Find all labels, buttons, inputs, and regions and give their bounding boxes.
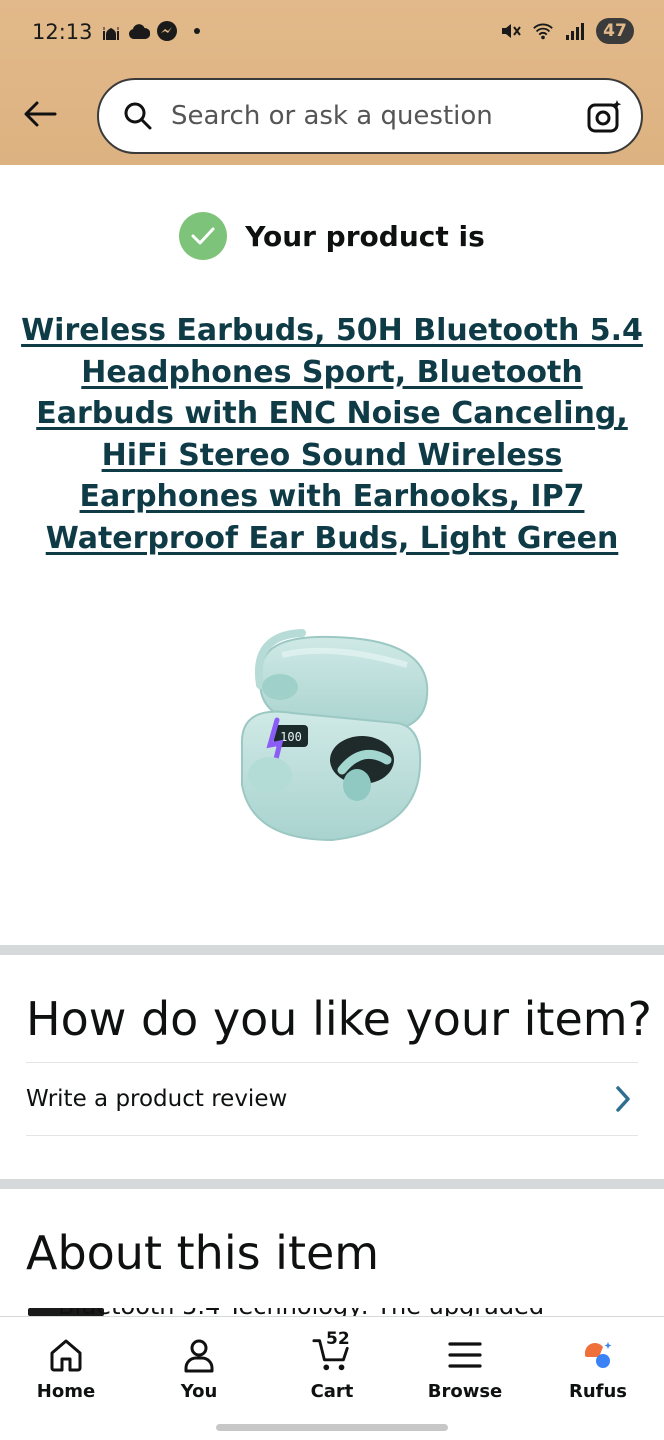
rufus-icon — [578, 1335, 618, 1375]
about-first-bullet: Bluetooth 5.4 Technology: The upgraded — [28, 1308, 664, 1316]
nav-rufus[interactable]: Rufus — [543, 1335, 653, 1402]
signal-icon — [564, 20, 586, 42]
wifi-icon — [532, 20, 554, 42]
about-bullet-text: Bluetooth 5.4 Technology: The upgraded — [58, 1308, 544, 1316]
cloud-icon — [128, 20, 150, 42]
top-header: 12:13 47 Search or ask a question — [0, 0, 664, 165]
product-title-link[interactable]: Wireless Earbuds, 50H Bluetooth 5.4 Head… — [20, 310, 644, 559]
write-review-row[interactable]: Write a product review — [26, 1062, 638, 1136]
nav-home-label: Home — [36, 1381, 96, 1402]
nav-you[interactable]: You — [144, 1335, 254, 1402]
menu-icon — [445, 1335, 485, 1375]
chevron-right-icon — [608, 1084, 638, 1114]
mosque-icon — [100, 20, 122, 42]
person-icon — [179, 1335, 219, 1375]
nav-cart[interactable]: 52 Cart — [277, 1329, 387, 1402]
search-input[interactable]: Search or ask a question — [171, 101, 585, 131]
back-arrow-icon — [24, 101, 57, 127]
bottom-navigation: Home You 52 Cart Browse Rufus — [0, 1316, 664, 1440]
status-bar: 12:13 47 — [0, 0, 664, 70]
confirmation-text: Your product is — [245, 219, 485, 253]
home-indicator[interactable] — [216, 1424, 448, 1431]
search-bar[interactable]: Search or ask a question — [97, 78, 643, 154]
status-time: 12:13 — [32, 20, 93, 44]
dot-icon — [194, 28, 200, 34]
review-section-title: How do you like your item? — [26, 992, 652, 1046]
battery-indicator: 47 — [596, 18, 634, 44]
confirmation-banner: Your product is — [0, 212, 664, 260]
cart-icon: 52 — [312, 1329, 352, 1375]
status-icons-left — [100, 20, 200, 42]
nav-browse-label: Browse — [427, 1381, 503, 1402]
nav-browse[interactable]: Browse — [410, 1335, 520, 1402]
home-icon — [46, 1335, 86, 1375]
nav-you-label: You — [180, 1381, 218, 1402]
write-review-label: Write a product review — [26, 1086, 288, 1112]
back-button[interactable] — [20, 94, 60, 134]
camera-search-icon[interactable] — [585, 96, 625, 136]
nav-rufus-label: Rufus — [568, 1381, 628, 1402]
section-divider — [0, 945, 664, 955]
section-divider — [0, 1179, 664, 1189]
nav-cart-label: Cart — [310, 1381, 354, 1402]
checkmark-icon — [179, 212, 228, 260]
product-image[interactable]: 100 — [222, 625, 442, 850]
status-icons-right: 47 — [500, 18, 634, 44]
about-section-title: About this item — [26, 1226, 380, 1280]
cart-count: 52 — [326, 1329, 350, 1349]
svg-text:100: 100 — [280, 730, 302, 744]
nav-home[interactable]: Home — [11, 1335, 121, 1402]
search-icon — [121, 99, 155, 133]
messenger-icon — [156, 20, 178, 42]
mute-icon — [500, 20, 522, 42]
